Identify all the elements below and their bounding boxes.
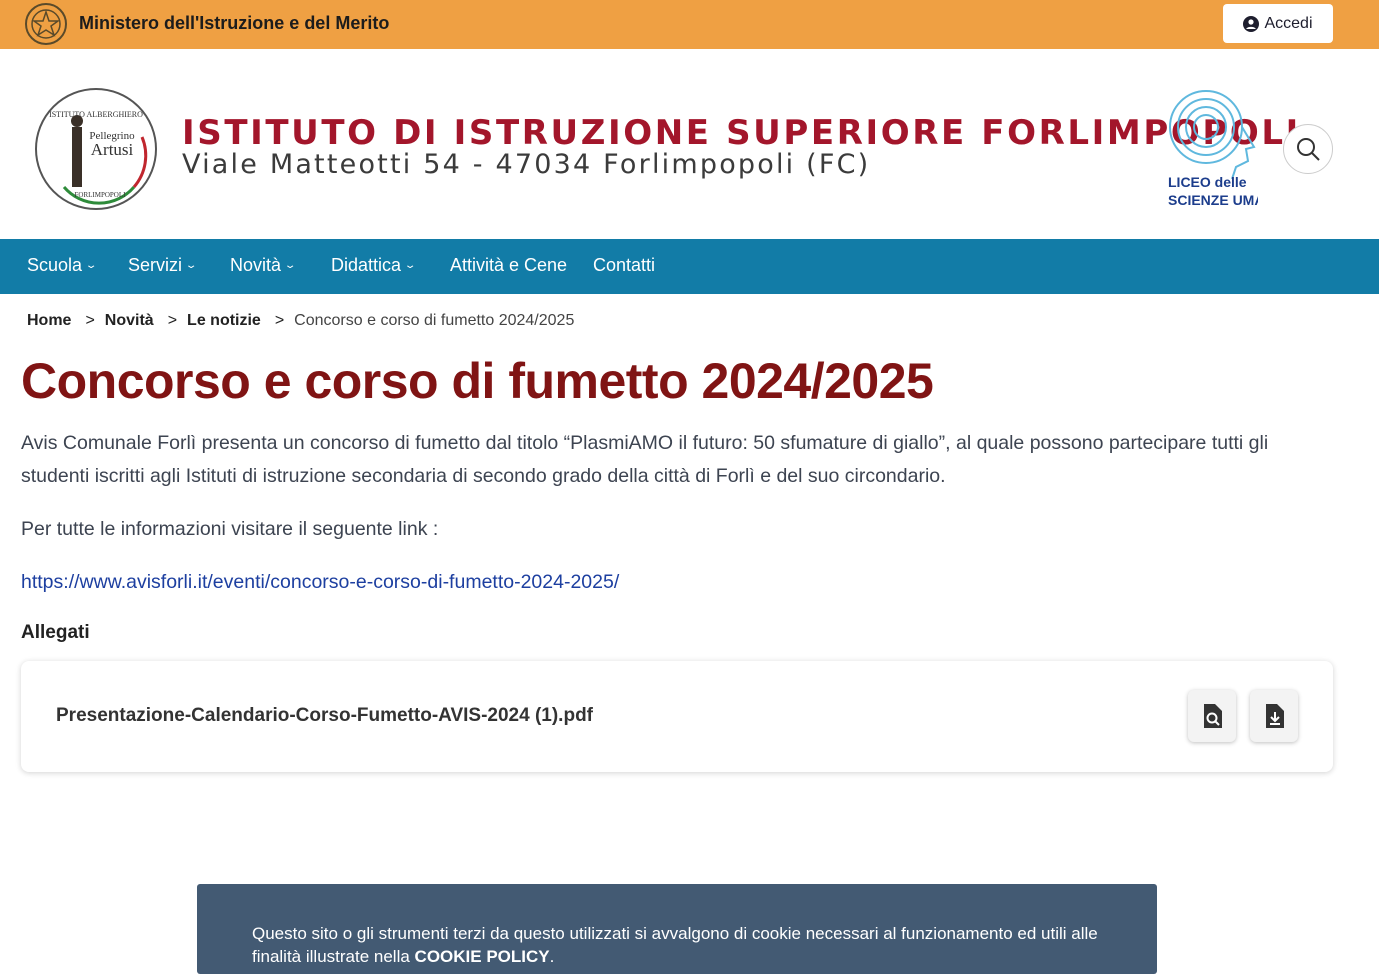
nav-item-servizi[interactable]: Servizi ⌄ bbox=[128, 255, 198, 276]
italian-republic-emblem-icon bbox=[25, 3, 67, 45]
nav-item-didattica[interactable]: Didattica ⌄ bbox=[331, 255, 417, 276]
main-nav: Scuola ⌄ Servizi ⌄ Novità ⌄ Didattica ⌄ … bbox=[0, 239, 1379, 294]
download-file-button[interactable] bbox=[1250, 690, 1298, 742]
chevron-down-icon: ⌄ bbox=[84, 260, 98, 271]
preview-file-button[interactable] bbox=[1188, 690, 1236, 742]
login-button[interactable]: Accedi bbox=[1223, 4, 1333, 43]
search-button[interactable] bbox=[1283, 124, 1333, 174]
nav-label: Didattica bbox=[331, 255, 402, 275]
breadcrumb-home[interactable]: Home bbox=[27, 312, 71, 330]
school-logo[interactable]: ISTITUTO ALBERGHIERO Pellegrino Artusi F… bbox=[34, 87, 158, 211]
top-bar: Ministero dell'Istruzione e del Merito A… bbox=[0, 0, 1379, 49]
cookie-message: Questo sito o gli strumenti terzi da que… bbox=[252, 924, 1098, 966]
nav-label: Scuola bbox=[27, 255, 83, 275]
cookie-end: . bbox=[549, 947, 555, 966]
nav-label: Servizi bbox=[128, 255, 183, 275]
search-icon bbox=[1297, 138, 1320, 161]
nav-item-scuola[interactable]: Scuola ⌄ bbox=[27, 255, 98, 276]
attachment-filename: Presentazione-Calendario-Corso-Fumetto-A… bbox=[56, 705, 594, 726]
attachment-card: Presentazione-Calendario-Corso-Fumetto-A… bbox=[21, 661, 1333, 772]
nav-item-attivita-e-cene[interactable]: Attività e Cene bbox=[450, 255, 567, 276]
file-download-icon bbox=[1266, 704, 1284, 728]
chevron-down-icon: ⌄ bbox=[403, 260, 417, 271]
breadcrumb-separator: > bbox=[167, 312, 178, 329]
nav-label: Novità bbox=[230, 255, 282, 275]
logo-top-text: ISTITUTO ALBERGHIERO bbox=[49, 110, 143, 119]
nav-item-contatti[interactable]: Contatti bbox=[593, 255, 655, 276]
cookie-policy-link[interactable]: COOKIE POLICY bbox=[415, 947, 550, 966]
article-paragraph: Avis Comunale Forlì presenta un concorso… bbox=[21, 432, 1269, 487]
breadcrumb-le-notizie[interactable]: Le notizie bbox=[187, 312, 261, 330]
login-label: Accedi bbox=[1264, 14, 1313, 32]
chevron-down-icon: ⌄ bbox=[283, 260, 297, 271]
article-link-paragraph: https://www.avisforli.it/eventi/concorso… bbox=[21, 566, 1321, 599]
breadcrumb-novita[interactable]: Novità bbox=[105, 312, 154, 330]
ministry-name[interactable]: Ministero dell'Istruzione e del Merito bbox=[79, 13, 389, 34]
file-search-icon bbox=[1204, 704, 1222, 728]
logo-bottom-text: FORLIMPOPOLI bbox=[75, 191, 127, 199]
chevron-down-icon: ⌄ bbox=[184, 260, 198, 271]
attachments-heading: Allegati bbox=[21, 622, 90, 643]
cookie-banner: Questo sito o gli strumenti terzi da que… bbox=[197, 884, 1157, 974]
site-header: ISTITUTO ALBERGHIERO Pellegrino Artusi F… bbox=[0, 49, 1379, 239]
school-name[interactable]: ISTITUTO DI ISTRUZIONE SUPERIORE FORLIMP… bbox=[182, 113, 1301, 153]
article-paragraph: Per tutte le informazioni visitare il se… bbox=[21, 518, 439, 540]
breadcrumb-current: Concorso e corso di fumetto 2024/2025 bbox=[294, 312, 575, 329]
breadcrumb-separator: > bbox=[85, 312, 95, 329]
liceo-line1: LICEO delle bbox=[1168, 174, 1247, 190]
nav-label: Contatti bbox=[593, 255, 656, 275]
nav-label: Attività e Cene bbox=[450, 255, 568, 275]
user-circle-icon bbox=[1243, 15, 1260, 32]
liceo-scienze-umane-logo[interactable]: LICEO delle SCIENZE UMANE bbox=[1166, 87, 1258, 213]
external-link[interactable]: https://www.avisforli.it/eventi/concorso… bbox=[21, 571, 619, 593]
liceo-line2: SCIENZE UMANE bbox=[1168, 192, 1258, 208]
school-address: Viale Matteotti 54 - 47034 Forlimpopoli … bbox=[182, 149, 871, 180]
breadcrumb-separator: > bbox=[274, 312, 285, 329]
page-title: Concorso e corso di fumetto 2024/2025 bbox=[21, 353, 934, 409]
cookie-text: Questo sito o gli strumenti terzi da que… bbox=[252, 922, 1112, 968]
breadcrumb: Home > Novità > Le notizie > Concorso e … bbox=[27, 312, 574, 330]
nav-item-novita[interactable]: Novità ⌄ bbox=[230, 255, 297, 276]
logo-name2: Artusi bbox=[91, 140, 134, 159]
